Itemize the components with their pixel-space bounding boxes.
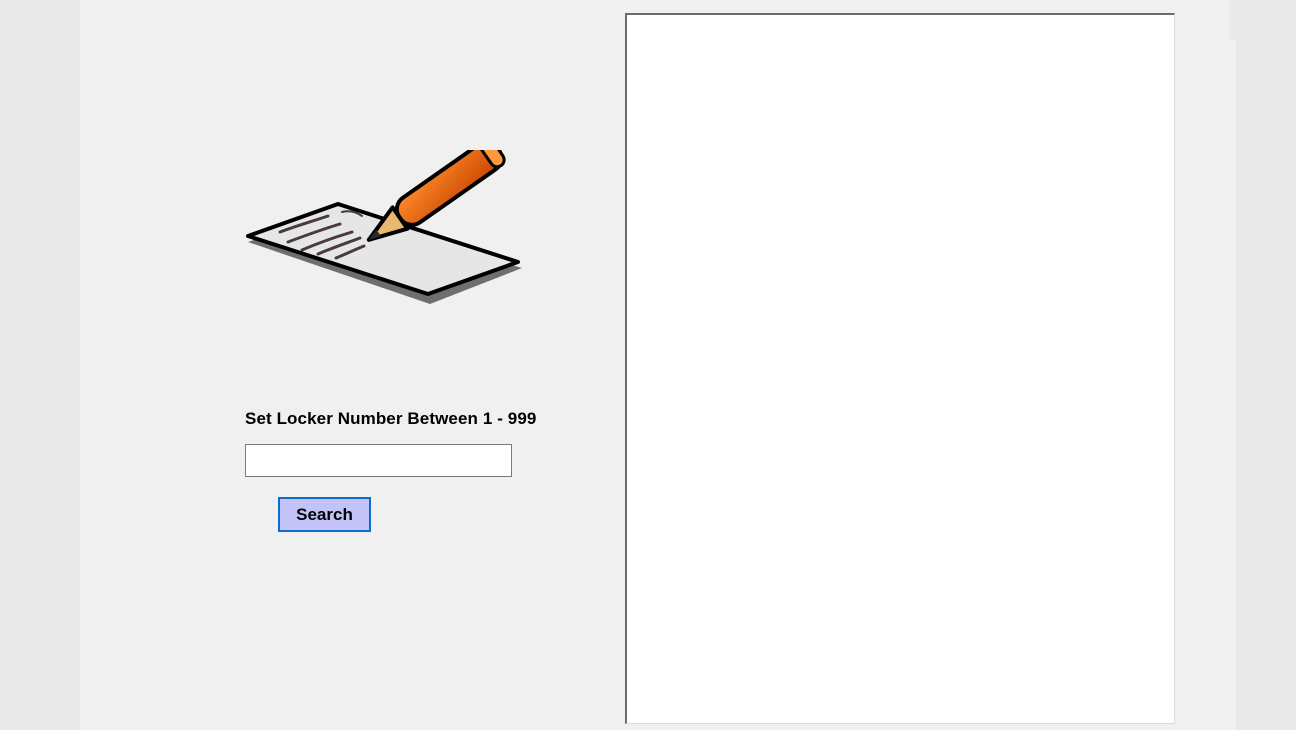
locker-number-label: Set Locker Number Between 1 - 999 (245, 409, 537, 428)
locker-number-input[interactable] (245, 444, 512, 477)
results-text-area[interactable] (625, 13, 1175, 724)
window-edge (1230, 40, 1236, 730)
search-button[interactable]: Search (278, 497, 371, 532)
note-with-pencil-icon (246, 150, 522, 304)
